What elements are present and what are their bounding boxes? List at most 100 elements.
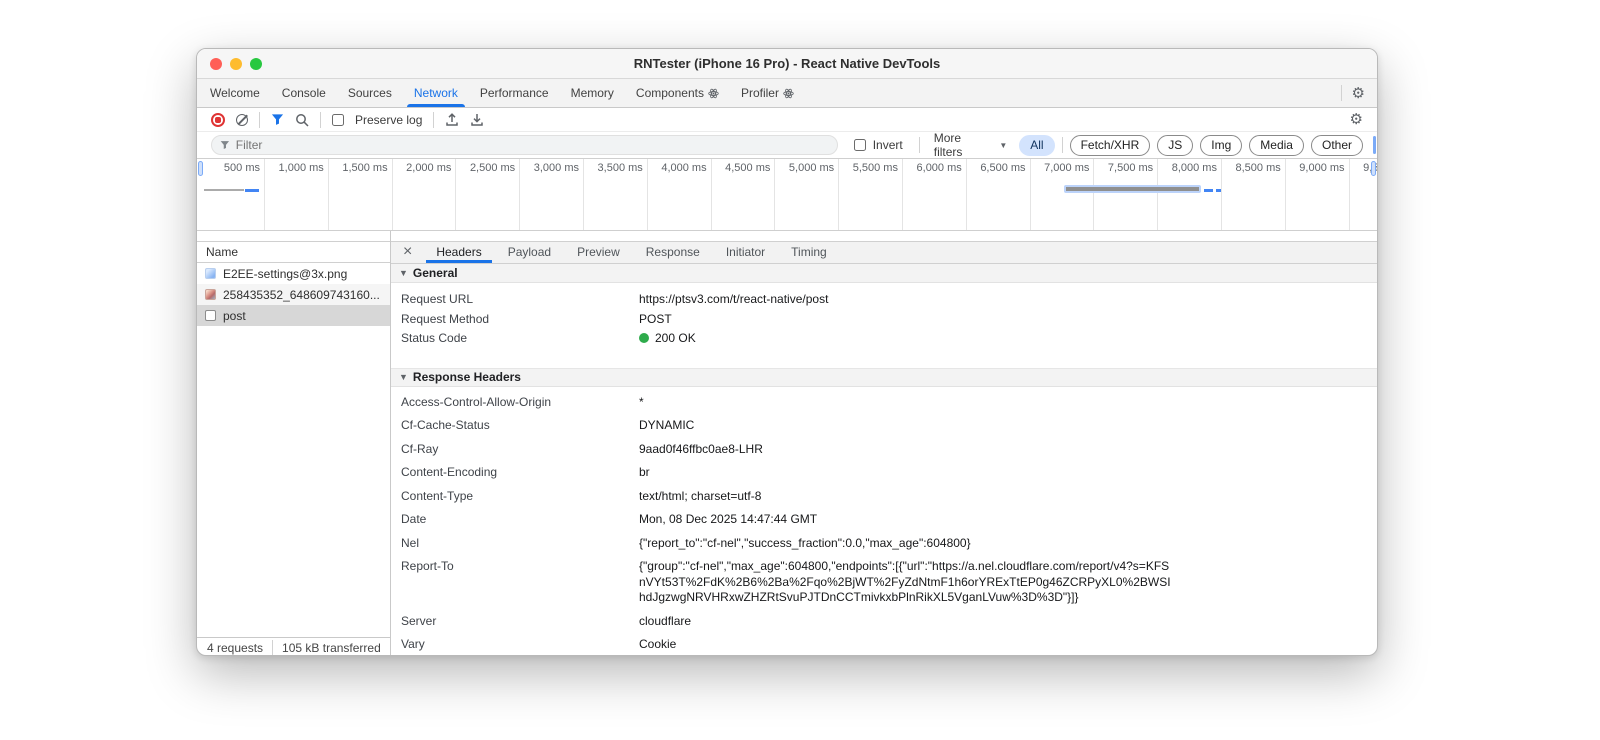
timeline-label: 2,500 ms bbox=[456, 159, 521, 230]
invert-label: Invert bbox=[872, 138, 903, 152]
network-content: Name E2EE-settings@3x.png 258435352_6486… bbox=[197, 231, 1377, 655]
chip-other[interactable]: Other bbox=[1310, 134, 1363, 156]
header-value: 200 OK bbox=[639, 329, 696, 349]
tab-console[interactable]: Console bbox=[271, 79, 337, 107]
minimize-window-button[interactable] bbox=[230, 58, 242, 70]
response-headers-section-header[interactable]: ▼ Response Headers bbox=[391, 367, 1377, 387]
zoom-window-button[interactable] bbox=[250, 58, 262, 70]
preserve-log-checkbox[interactable] bbox=[332, 113, 344, 126]
overview-waterfall-bar bbox=[1216, 188, 1221, 192]
tab-sources[interactable]: Sources bbox=[337, 79, 403, 107]
name-column-header[interactable]: Name bbox=[197, 241, 390, 263]
overview-waterfall-bar-selected bbox=[1064, 185, 1201, 193]
response-header-rows: Access-Control-Allow-Origin * Cf-Cache-S… bbox=[391, 387, 1377, 655]
timeline-brush-handle-right[interactable] bbox=[1371, 161, 1376, 176]
overview-waterfall-bar bbox=[1204, 188, 1213, 192]
request-detail-tab-bar: × Headers Payload Preview Response Initi… bbox=[391, 241, 1377, 264]
divider bbox=[1061, 137, 1063, 153]
header-row: Date Mon, 08 Dec 2025 14:47:44 GMT bbox=[391, 508, 1377, 532]
filter-funnel-icon[interactable] bbox=[271, 113, 284, 126]
header-value: Cookie bbox=[639, 637, 677, 652]
request-row[interactable]: 258435352_648609743160... bbox=[197, 284, 390, 305]
devtools-tab-bar: Welcome Console Sources Network Performa… bbox=[197, 79, 1377, 108]
header-row: Nel {"report_to":"cf-nel","success_fract… bbox=[391, 532, 1377, 556]
general-section-header[interactable]: ▼ General bbox=[391, 263, 1377, 283]
timeline-label: 1,500 ms bbox=[329, 159, 393, 230]
traffic-lights bbox=[210, 58, 262, 70]
timeline-label: 8,000 ms bbox=[1158, 159, 1222, 230]
network-overview-timeline[interactable]: 500 ms 1,000 ms 1,500 ms 2,000 ms 2,500 … bbox=[197, 159, 1377, 231]
clear-network-log-button[interactable] bbox=[236, 113, 248, 126]
tab-initiator[interactable]: Initiator bbox=[714, 242, 777, 263]
tab-timing[interactable]: Timing bbox=[779, 242, 839, 263]
preserve-log-label: Preserve log bbox=[355, 112, 423, 127]
record-network-log-button[interactable] bbox=[211, 112, 225, 127]
divider bbox=[1340, 85, 1342, 101]
search-icon[interactable] bbox=[295, 113, 309, 127]
close-detail-button[interactable]: × bbox=[401, 242, 422, 263]
disclosure-triangle-icon: ▼ bbox=[399, 267, 408, 278]
tab-memory[interactable]: Memory bbox=[560, 79, 625, 107]
filter-input-field[interactable] bbox=[211, 135, 838, 155]
filter-input[interactable] bbox=[235, 138, 829, 152]
timeline-label: 4,500 ms bbox=[712, 159, 776, 230]
tab-components[interactable]: Components bbox=[625, 79, 730, 107]
request-count: 4 requests bbox=[207, 640, 264, 655]
tab-welcome[interactable]: Welcome bbox=[199, 79, 271, 107]
header-name: Access-Control-Allow-Origin bbox=[401, 394, 552, 409]
tab-network[interactable]: Network bbox=[403, 79, 469, 107]
request-row[interactable]: E2EE-settings@3x.png bbox=[197, 263, 390, 284]
request-list-panel: Name E2EE-settings@3x.png 258435352_6486… bbox=[197, 231, 391, 655]
header-row: Request URL https://ptsv3.com/t/react-na… bbox=[391, 290, 1377, 310]
invert-checkbox[interactable] bbox=[853, 139, 866, 151]
chip-fetch-xhr[interactable]: Fetch/XHR bbox=[1069, 134, 1151, 156]
window-title: RNTester (iPhone 16 Pro) - React Native … bbox=[633, 56, 941, 71]
divider bbox=[433, 111, 435, 128]
header-name: Cf-Ray bbox=[401, 441, 439, 456]
document-icon bbox=[205, 310, 216, 321]
network-filter-bar: Invert More filters ▼ All Fetch/XHR JS I… bbox=[197, 131, 1377, 159]
import-har-icon[interactable] bbox=[445, 112, 459, 127]
timeline-label: 6,500 ms bbox=[967, 159, 1031, 230]
settings-gear-icon[interactable]: ⚙ bbox=[1352, 86, 1365, 101]
more-filters-button[interactable]: More filters ▼ bbox=[934, 131, 1008, 159]
image-thumbnail-icon bbox=[205, 268, 216, 279]
header-row: Vary Cookie bbox=[391, 633, 1377, 655]
scrollbar-thumb[interactable] bbox=[1373, 136, 1376, 154]
timeline-label: 8,500 ms bbox=[1222, 159, 1286, 230]
timeline-brush-handle-left[interactable] bbox=[198, 161, 203, 176]
header-name: Server bbox=[401, 613, 437, 628]
chip-js[interactable]: JS bbox=[1157, 134, 1194, 156]
tab-performance[interactable]: Performance bbox=[469, 79, 560, 107]
header-value: Mon, 08 Dec 2025 14:47:44 GMT bbox=[639, 512, 818, 527]
export-har-icon[interactable] bbox=[470, 112, 484, 127]
network-status-bar: 4 requests 105 kB transferred bbox=[197, 637, 390, 655]
header-value: DYNAMIC bbox=[639, 418, 695, 433]
tab-preview[interactable]: Preview bbox=[565, 242, 632, 263]
filter-funnel-icon bbox=[220, 141, 230, 150]
chip-img[interactable]: Img bbox=[1200, 134, 1243, 156]
tab-profiler[interactable]: Profiler bbox=[730, 79, 805, 107]
tab-payload[interactable]: Payload bbox=[496, 242, 563, 263]
header-name: Cf-Cache-Status bbox=[401, 418, 490, 433]
timeline-label: 7,500 ms bbox=[1094, 159, 1159, 230]
header-row: Cf-Cache-Status DYNAMIC bbox=[391, 414, 1377, 438]
tab-headers[interactable]: Headers bbox=[424, 242, 493, 263]
header-value: POST bbox=[639, 311, 672, 326]
header-name: Content-Encoding bbox=[401, 465, 498, 480]
divider bbox=[272, 639, 274, 655]
divider bbox=[320, 111, 321, 128]
timeline-label: 5,000 ms bbox=[775, 159, 840, 230]
tab-response[interactable]: Response bbox=[634, 242, 712, 263]
network-settings-gear-icon[interactable]: ⚙ bbox=[1350, 112, 1363, 127]
header-value: br bbox=[639, 465, 650, 480]
header-row: Content-Encoding br bbox=[391, 461, 1377, 485]
divider bbox=[259, 111, 260, 128]
request-detail-panel: × Headers Payload Preview Response Initi… bbox=[391, 231, 1377, 655]
status-ok-dot bbox=[639, 333, 649, 344]
request-row-selected[interactable]: post bbox=[197, 305, 390, 326]
chip-all[interactable]: All bbox=[1019, 134, 1055, 156]
header-name: Content-Type bbox=[401, 488, 474, 503]
close-window-button[interactable] bbox=[210, 58, 222, 70]
chip-media[interactable]: Media bbox=[1249, 134, 1304, 156]
